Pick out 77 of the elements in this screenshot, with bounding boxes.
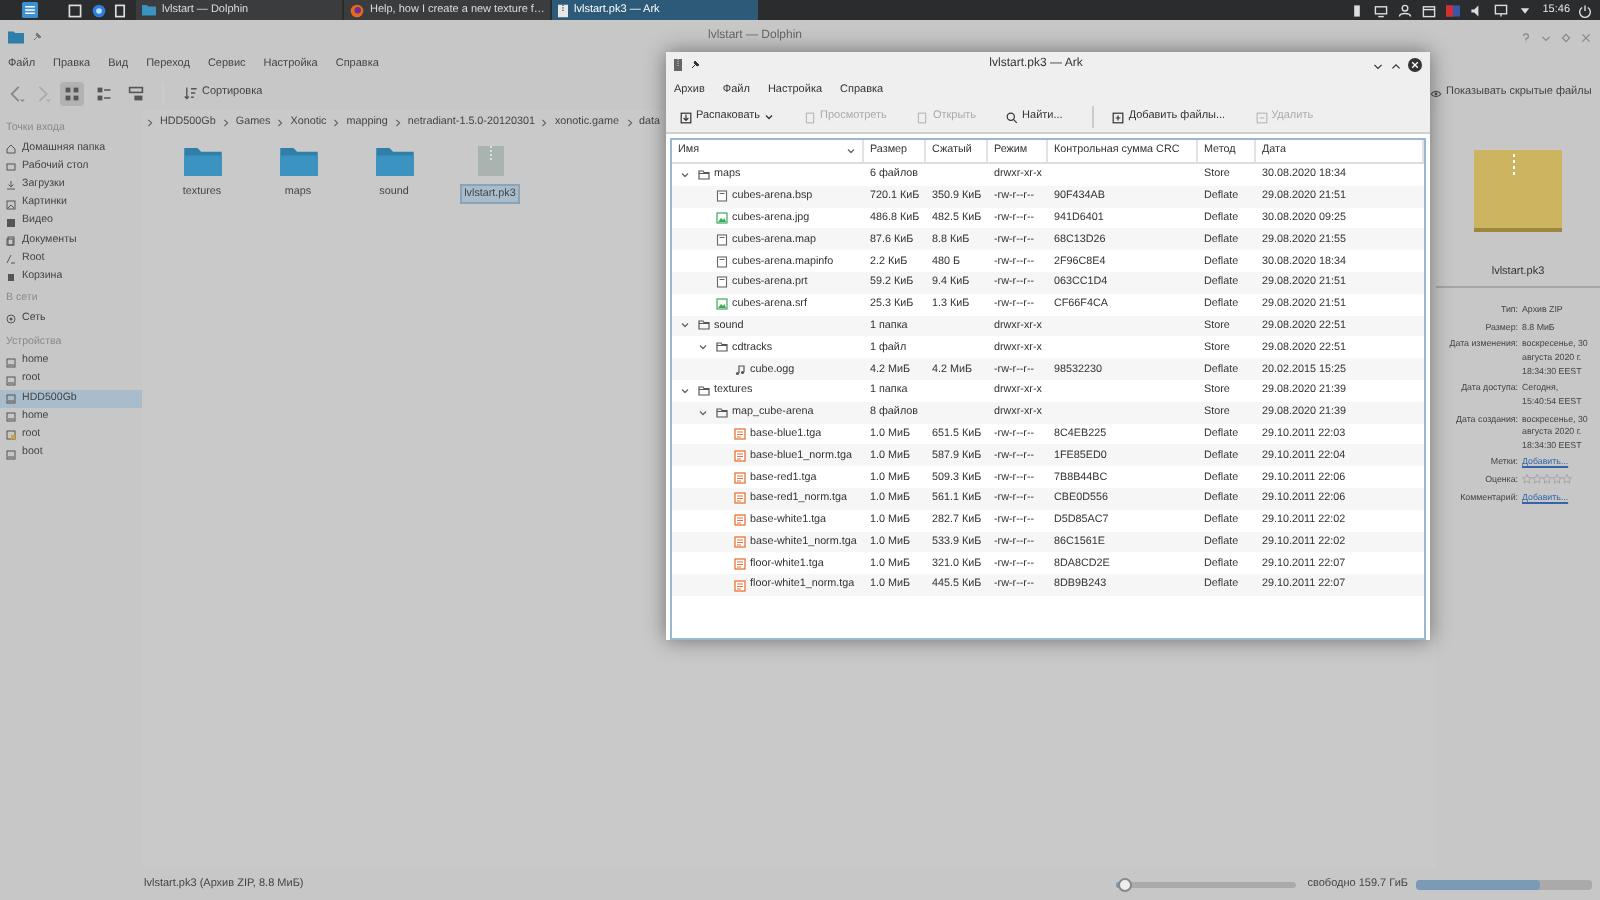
chevron-icon bbox=[332, 117, 341, 127]
chevron-icon bbox=[679, 169, 689, 180]
film-icon bbox=[6, 217, 16, 228]
slider-handle[interactable] bbox=[1118, 877, 1133, 891]
pin-icon bbox=[690, 60, 700, 70]
archive-icon bbox=[477, 146, 503, 176]
star-icon[interactable] bbox=[1532, 473, 1542, 484]
star-icon[interactable] bbox=[1562, 473, 1572, 484]
house-icon bbox=[6, 144, 16, 155]
pin-icon bbox=[32, 32, 42, 42]
view-mode-button[interactable] bbox=[124, 81, 148, 105]
document-icon bbox=[716, 276, 728, 289]
power-icon[interactable] bbox=[1578, 3, 1592, 17]
folder-icon bbox=[279, 146, 317, 176]
download-icon bbox=[6, 180, 16, 191]
eye-icon bbox=[1430, 87, 1442, 99]
slash-icon bbox=[6, 254, 16, 265]
archive-icon bbox=[1474, 150, 1562, 232]
chevron-icon bbox=[625, 117, 634, 127]
drive-icon bbox=[6, 412, 16, 423]
picture-icon bbox=[6, 199, 16, 210]
view-mode-button[interactable] bbox=[60, 81, 84, 105]
chevron-icon bbox=[540, 117, 549, 127]
folder-icon bbox=[375, 146, 413, 176]
flag-icon[interactable] bbox=[1446, 3, 1461, 17]
folder-icon bbox=[142, 4, 156, 16]
calendar-icon[interactable] bbox=[1422, 3, 1437, 17]
folder-icon bbox=[716, 342, 728, 353]
browser-icon bbox=[350, 3, 364, 17]
trash-icon bbox=[6, 272, 16, 283]
chevron-icon bbox=[221, 117, 230, 127]
network-icon bbox=[6, 314, 16, 325]
documents-icon bbox=[6, 235, 16, 246]
monitor-icon bbox=[6, 162, 16, 173]
drive-icon bbox=[6, 393, 16, 404]
view-icon bbox=[128, 85, 144, 101]
chevron-icon bbox=[393, 117, 402, 127]
chevron-icon bbox=[146, 117, 154, 127]
back-icon[interactable] bbox=[8, 83, 26, 103]
archive-icon bbox=[674, 58, 682, 72]
folder-icon bbox=[698, 169, 710, 180]
add-file-icon bbox=[1112, 111, 1125, 123]
app-launcher-icon[interactable] bbox=[22, 2, 38, 18]
view-icon bbox=[64, 85, 80, 101]
extract-icon bbox=[680, 111, 692, 123]
sort-icon bbox=[184, 86, 198, 100]
folder-icon bbox=[698, 385, 710, 396]
drive-icon bbox=[6, 449, 16, 460]
minimize-icon[interactable] bbox=[1372, 59, 1384, 71]
maximize-icon[interactable] bbox=[1390, 59, 1402, 71]
globe-icon[interactable] bbox=[92, 3, 106, 17]
folder-icon bbox=[183, 146, 221, 176]
document-icon bbox=[716, 190, 728, 203]
star-icon[interactable] bbox=[1542, 473, 1552, 484]
drive-icon bbox=[6, 375, 16, 386]
music-note-icon bbox=[734, 363, 746, 376]
star-icon[interactable] bbox=[1522, 473, 1532, 484]
drive-icon bbox=[6, 357, 16, 368]
window-icon[interactable] bbox=[68, 3, 82, 17]
star-icon[interactable] bbox=[1552, 473, 1562, 484]
delete-icon bbox=[1255, 111, 1268, 123]
drive-icon bbox=[6, 430, 16, 441]
document-icon bbox=[804, 111, 817, 123]
search-icon bbox=[1006, 111, 1019, 123]
display-icon[interactable] bbox=[1494, 3, 1509, 17]
folder-icon bbox=[8, 30, 24, 44]
caret-icon[interactable] bbox=[1518, 3, 1533, 17]
folder-icon bbox=[698, 320, 710, 331]
chevron-icon bbox=[276, 117, 285, 127]
folder-icon bbox=[716, 407, 728, 418]
view-icon bbox=[96, 85, 112, 101]
person-icon[interactable] bbox=[1398, 3, 1413, 17]
monitor-icon[interactable] bbox=[1374, 3, 1389, 17]
document-icon bbox=[916, 111, 929, 123]
archive-icon bbox=[558, 3, 568, 17]
document-icon bbox=[716, 233, 728, 246]
document-icon bbox=[716, 255, 728, 268]
